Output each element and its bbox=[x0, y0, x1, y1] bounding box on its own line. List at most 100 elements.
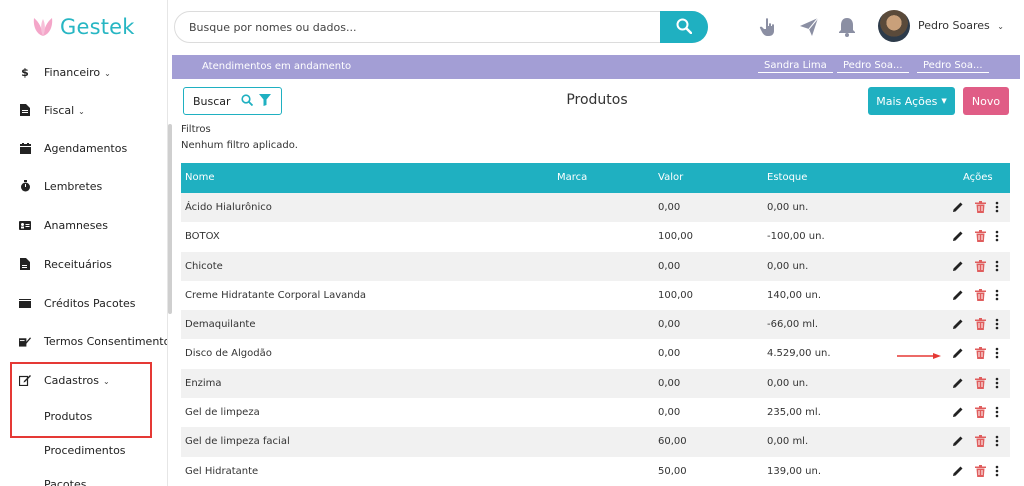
pencil-icon[interactable] bbox=[952, 435, 964, 447]
pencil-icon[interactable] bbox=[952, 406, 964, 418]
more-vertical-icon[interactable] bbox=[995, 260, 1007, 272]
cell-estoque: 4.529,00 un. bbox=[767, 348, 831, 360]
cell-nome: Disco de Algodão bbox=[185, 348, 272, 360]
table-row[interactable]: Gel Hidratante 50,00 139,00 un. bbox=[181, 456, 1010, 486]
more-vertical-icon[interactable] bbox=[995, 201, 1007, 213]
signature-icon bbox=[19, 335, 31, 347]
trash-icon[interactable] bbox=[975, 230, 987, 243]
cell-estoque: 0,00 un. bbox=[767, 202, 809, 213]
cell-valor: 50,00 bbox=[658, 465, 687, 477]
sidebar-subitem-procedimentos[interactable]: Procedimentos bbox=[44, 444, 126, 457]
dollar-icon: $ bbox=[21, 65, 29, 79]
cell-nome: Creme Hidratante Corporal Lavanda bbox=[185, 289, 367, 301]
table-row[interactable]: Creme Hidratante Corporal Lavanda 100,00 1… bbox=[181, 280, 1010, 311]
sidebar-item-label: Lembretes bbox=[44, 179, 103, 193]
more-vertical-icon[interactable] bbox=[995, 377, 1007, 389]
search-icon bbox=[676, 18, 693, 37]
avatar[interactable] bbox=[878, 10, 910, 42]
table-row[interactable]: Gel de limpeza facial 60,00 0,00 ml. bbox=[181, 427, 1010, 457]
trash-icon[interactable] bbox=[975, 406, 987, 419]
sidebar-item-lembretes[interactable]: Lembretes bbox=[0, 171, 167, 201]
more-vertical-icon[interactable] bbox=[995, 289, 1007, 301]
table-row[interactable]: Ácido Hialurônico 0,00 0,00 un. bbox=[181, 193, 1010, 223]
attendance-title: Atendimentos em andamento bbox=[202, 61, 352, 72]
sidebar-item-creditos-pacotes[interactable]: Créditos Pacotes bbox=[0, 288, 167, 318]
more-vertical-icon[interactable] bbox=[995, 230, 1007, 242]
cell-estoque: 0,00 ml. bbox=[767, 436, 809, 448]
hand-pointer-icon[interactable] bbox=[759, 17, 779, 37]
pencil-icon[interactable] bbox=[952, 260, 964, 272]
cell-valor: 60,00 bbox=[658, 436, 687, 448]
trash-icon[interactable] bbox=[975, 464, 987, 477]
column-header-valor[interactable]: Valor bbox=[658, 172, 683, 183]
cell-nome: Ácido Hialurônico bbox=[185, 202, 272, 213]
more-vertical-icon[interactable] bbox=[995, 406, 1007, 418]
cell-estoque: -66,00 ml. bbox=[767, 319, 819, 331]
trash-icon[interactable] bbox=[975, 347, 987, 360]
pencil-icon[interactable] bbox=[952, 201, 964, 213]
pencil-icon[interactable] bbox=[952, 347, 964, 359]
more-vertical-icon[interactable] bbox=[995, 435, 1007, 447]
trash-icon[interactable] bbox=[975, 318, 987, 331]
sidebar-item-agendamentos[interactable]: Agendamentos bbox=[0, 133, 167, 163]
new-button[interactable]: Novo bbox=[963, 87, 1009, 115]
cell-valor: 0,00 bbox=[658, 260, 681, 272]
trash-icon[interactable] bbox=[975, 259, 987, 272]
bell-icon[interactable] bbox=[838, 17, 858, 37]
sidebar-item-receituarios[interactable]: Receituários bbox=[0, 249, 167, 279]
column-header-estoque[interactable]: Estoque bbox=[767, 172, 807, 183]
pencil-icon[interactable] bbox=[952, 318, 964, 330]
column-header-marca[interactable]: Marca bbox=[557, 172, 587, 183]
attendance-chip[interactable]: Pedro Soa... bbox=[837, 60, 909, 73]
table-row[interactable]: Disco de Algodão 0,00 4.529,00 un. bbox=[181, 339, 1010, 369]
more-vertical-icon[interactable] bbox=[995, 347, 1007, 359]
table-row[interactable]: Demaquilante 0,00 -66,00 ml. bbox=[181, 310, 1010, 340]
sidebar-item-termos-consentimento[interactable]: Termos Consentimento bbox=[0, 326, 167, 356]
table-row[interactable]: Enzima 0,00 0,00 un. bbox=[181, 368, 1010, 399]
table-row[interactable]: Gel de limpeza 0,00 235,00 ml. bbox=[181, 398, 1010, 428]
cell-nome: BOTOX bbox=[185, 231, 220, 243]
pencil-icon[interactable] bbox=[952, 230, 964, 242]
filters-label: Filtros bbox=[181, 124, 211, 135]
prescription-icon bbox=[19, 258, 31, 270]
trash-icon[interactable] bbox=[975, 435, 987, 448]
logo[interactable]: Gestek bbox=[30, 14, 135, 40]
arrow-annotation bbox=[897, 353, 941, 359]
caret-down-icon: ▼ bbox=[941, 97, 947, 105]
more-actions-button[interactable]: Mais Ações ▼ bbox=[868, 87, 955, 115]
more-vertical-icon[interactable] bbox=[995, 465, 1007, 477]
send-icon[interactable] bbox=[799, 17, 819, 37]
sidebar-subitem-pacotes[interactable]: Pacotes bbox=[44, 478, 86, 486]
user-menu[interactable]: Pedro Soares ⌄ bbox=[918, 19, 1004, 32]
column-header-nome[interactable]: Nome bbox=[185, 172, 215, 183]
table-row[interactable]: Chicote 0,00 0,00 un. bbox=[181, 251, 1010, 281]
attendance-bar: Atendimentos em andamento Sandra Lima Pe… bbox=[172, 55, 1020, 79]
stopwatch-icon bbox=[19, 180, 31, 192]
trash-icon[interactable] bbox=[975, 201, 987, 213]
table-row[interactable]: BOTOX 100,00 -100,00 un. bbox=[181, 222, 1010, 252]
attendance-chip[interactable]: Pedro Soa... bbox=[917, 60, 989, 73]
sidebar-scrollbar[interactable] bbox=[168, 124, 172, 314]
search-input[interactable] bbox=[175, 12, 661, 42]
cell-valor: 100,00 bbox=[658, 289, 693, 301]
cell-nome: Gel Hidratante bbox=[185, 465, 259, 477]
sidebar-item-label: Receituários bbox=[44, 257, 112, 271]
cell-estoque: 0,00 un. bbox=[767, 377, 809, 389]
cell-estoque: 235,00 ml. bbox=[767, 407, 821, 419]
trash-icon[interactable] bbox=[975, 376, 987, 389]
trash-icon[interactable] bbox=[975, 288, 987, 301]
more-vertical-icon[interactable] bbox=[995, 318, 1007, 330]
search-button[interactable] bbox=[660, 11, 708, 43]
attendance-chip[interactable]: Sandra Lima bbox=[758, 60, 833, 73]
sidebar-item-financeiro[interactable]: $ Financeiro ⌄ bbox=[0, 57, 167, 87]
pencil-icon[interactable] bbox=[952, 289, 964, 301]
cell-valor: 0,00 bbox=[658, 377, 681, 389]
pencil-icon[interactable] bbox=[952, 465, 964, 477]
chevron-down-icon: ⌄ bbox=[104, 68, 111, 78]
sidebar: Gestek $ Financeiro ⌄ Fiscal ⌄ Agendamento… bbox=[0, 0, 168, 486]
sidebar-item-anamneses[interactable]: Anamneses bbox=[0, 210, 167, 240]
cell-nome: Enzima bbox=[185, 377, 222, 389]
id-card-icon bbox=[19, 219, 31, 231]
pencil-icon[interactable] bbox=[952, 377, 964, 389]
cell-estoque: 0,00 un. bbox=[767, 260, 809, 272]
